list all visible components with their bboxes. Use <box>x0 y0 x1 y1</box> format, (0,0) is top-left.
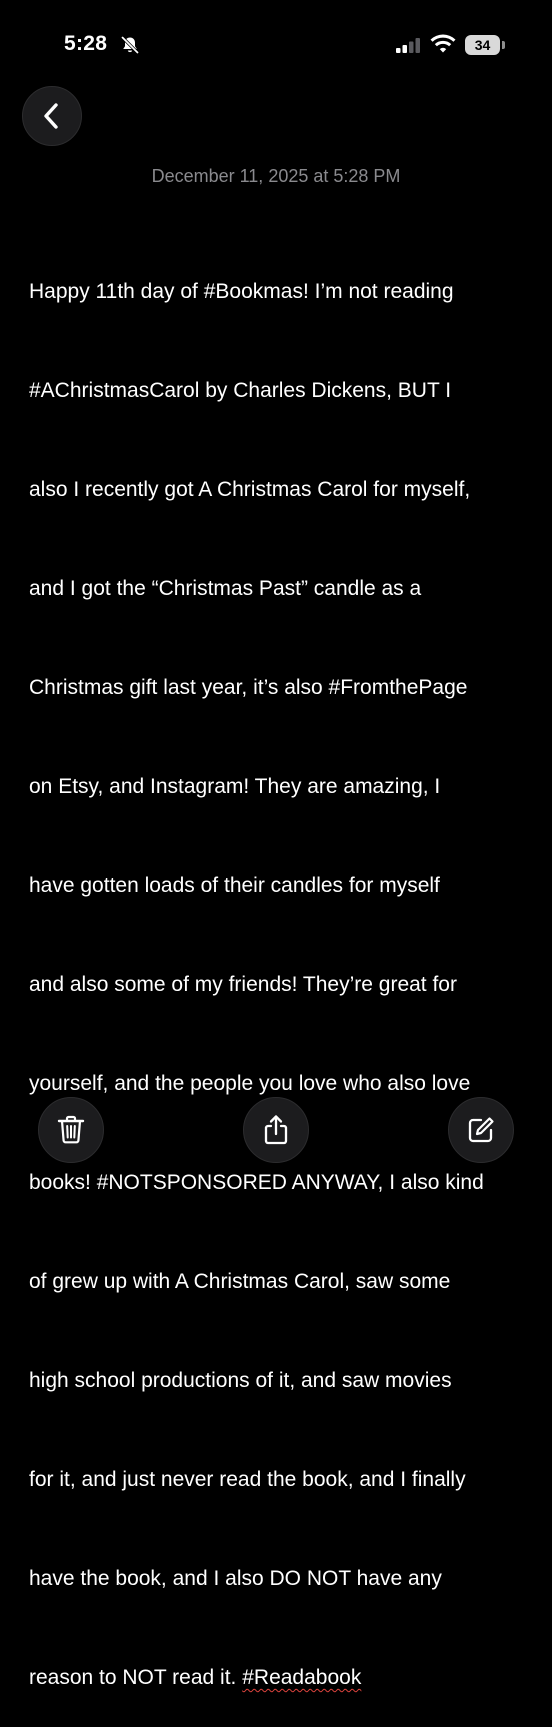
share-button[interactable] <box>243 1097 309 1163</box>
note-line: also I recently got A Christmas Carol fo… <box>29 478 471 501</box>
note-line: on Etsy, and Instagram! They are amazing… <box>29 775 441 798</box>
misspelled-word[interactable]: #Readabook <box>242 1666 361 1689</box>
trash-icon <box>57 1115 85 1144</box>
chevron-left-icon <box>44 103 58 129</box>
note-line: of grew up with A Christmas Carol, saw s… <box>29 1270 451 1293</box>
note-line: for it, and just never read the book, an… <box>29 1468 466 1491</box>
battery-tip <box>502 41 505 49</box>
note-line: Happy 11th day of #Bookmas! I’m not read… <box>29 280 454 303</box>
delete-button[interactable] <box>38 1097 104 1163</box>
note-line: high school productions of it, and saw m… <box>29 1369 452 1392</box>
note-line: have gotten loads of their candles for m… <box>29 874 440 897</box>
note-line: have the book, and I also DO NOT have an… <box>29 1567 442 1590</box>
battery-indicator: 34 <box>465 35 507 55</box>
note-body[interactable]: Happy 11th day of #Bookmas! I’m not read… <box>29 209 529 1727</box>
status-bar: 5:28 34 <box>0 0 552 90</box>
share-icon <box>264 1115 288 1145</box>
compose-icon <box>468 1117 494 1143</box>
status-time: 5:28 <box>64 32 108 55</box>
back-button[interactable] <box>22 86 82 146</box>
battery-level: 34 <box>465 35 500 55</box>
note-date: December 11, 2025 at 5:28 PM <box>151 166 401 186</box>
note-line: and I got the “Christmas Past” candle as… <box>29 577 422 600</box>
cellular-signal-icon <box>396 38 420 53</box>
note-line: #AChristmasCarol by Charles Dickens, BUT… <box>29 379 452 402</box>
note-line: Christmas gift last year, it’s also #Fro… <box>29 676 468 699</box>
note-line-text: reason to NOT read it. <box>29 1666 243 1689</box>
compose-button[interactable] <box>448 1097 514 1163</box>
wifi-icon <box>430 34 456 53</box>
note-line-last: reason to NOT read it. #Readabook <box>29 1661 529 1694</box>
bell-slash-icon <box>121 36 139 54</box>
note-line: books! #NOTSPONSORED ANYWAY, I also kind <box>29 1171 484 1194</box>
note-line: and also some of my friends! They’re gre… <box>29 973 457 996</box>
note-line: yourself, and the people you love who al… <box>29 1072 471 1095</box>
